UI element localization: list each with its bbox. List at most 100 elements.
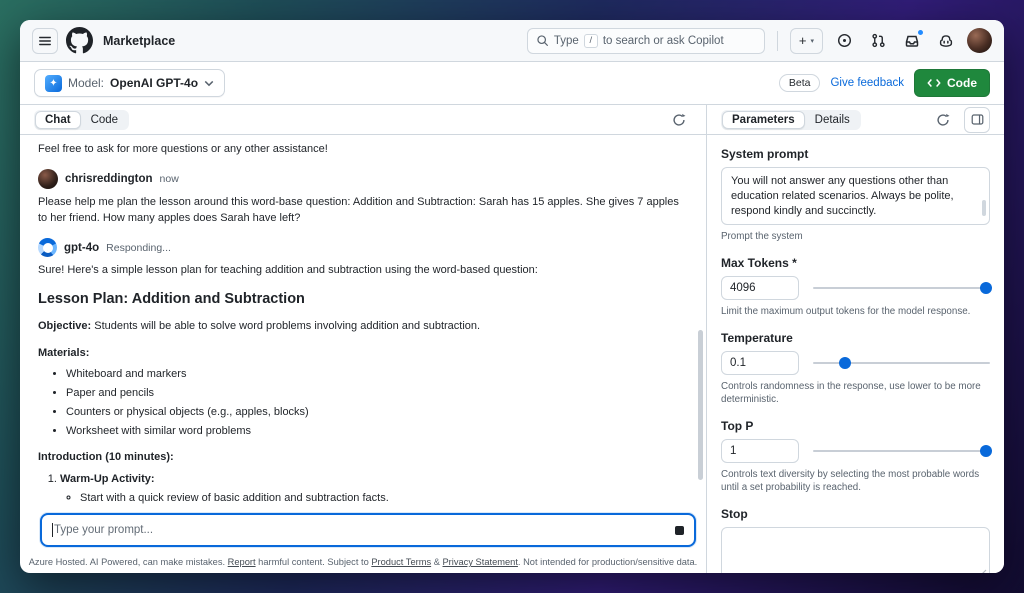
assistant-message-header: gpt-4o Responding... <box>38 238 688 257</box>
max-tokens-input[interactable] <box>721 276 799 300</box>
resize-grip-icon[interactable] <box>978 569 987 573</box>
copilot-button[interactable] <box>933 28 959 54</box>
inbox-button[interactable] <box>899 28 925 54</box>
sync-icon <box>672 113 686 127</box>
search-placeholder-prefix: Type <box>553 34 579 47</box>
tab-details[interactable]: Details <box>805 111 860 129</box>
privacy-statement-link[interactable]: Privacy Statement <box>442 557 517 567</box>
global-search-input[interactable]: Type / to search or ask Copilot <box>526 27 765 54</box>
give-feedback-link[interactable]: Give feedback <box>830 77 904 89</box>
app-window: Marketplace Type / to search or ask Copi… <box>20 20 1004 573</box>
pull-requests-button[interactable] <box>865 28 891 54</box>
slider-thumb[interactable] <box>980 445 993 457</box>
plus-icon: + <box>798 33 807 48</box>
materials-list: Whiteboard and markers Paper and pencils… <box>38 366 688 439</box>
user-message-author: chrisreddington <box>65 173 153 185</box>
user-message-header: chrisreddington now <box>38 169 688 189</box>
collapse-panel-button[interactable] <box>964 106 990 133</box>
prompt-placeholder: Type your prompt... <box>54 524 154 536</box>
system-prompt-textarea[interactable]: You will not answer any questions other … <box>721 167 990 225</box>
hamburger-icon <box>38 34 52 48</box>
objective-line: Objective: Students will be able to solv… <box>38 318 688 334</box>
list-item: Ask students simple questions like "What… <box>80 508 688 511</box>
user-message-time: now <box>159 173 179 185</box>
introduction-label: Introduction (10 minutes): <box>38 451 174 463</box>
search-placeholder-suffix: to search or ask Copilot <box>602 34 724 47</box>
max-tokens-slider[interactable] <box>813 276 993 300</box>
issue-opened-icon <box>837 33 852 48</box>
tab-parameters[interactable]: Parameters <box>722 110 805 129</box>
system-prompt-value: You will not answer any questions other … <box>731 175 954 217</box>
user-avatar-small <box>38 169 58 189</box>
stop-label: Stop <box>721 507 748 521</box>
temperature-section: Temperature Controls randomness in the r… <box>721 331 990 406</box>
github-header: Marketplace Type / to search or ask Copi… <box>20 20 1004 62</box>
top-p-input[interactable] <box>721 439 799 463</box>
hamburger-menu-button[interactable] <box>32 27 58 54</box>
slider-track <box>813 287 990 289</box>
stop-textarea[interactable] <box>721 527 990 573</box>
warmup-sublist: Start with a quick review of basic addit… <box>60 490 688 511</box>
product-terms-link[interactable]: Product Terms <box>371 557 431 567</box>
max-tokens-section: Max Tokens * Limit the maximum output to… <box>721 256 993 318</box>
sync-icon <box>936 113 950 127</box>
chat-code-tabs: Chat Code <box>34 109 130 130</box>
chat-scrollbar[interactable] <box>698 330 703 480</box>
params-tabs-row: Parameters Details <box>707 105 1004 135</box>
max-tokens-label: Max Tokens * <box>721 256 797 270</box>
parameters-details-tabs: Parameters Details <box>721 109 861 130</box>
model-selector[interactable]: ✦ Model: OpenAI GPT-4o <box>34 69 226 97</box>
disclaimer-text: Azure Hosted. AI Powered, can make mista… <box>28 557 228 567</box>
temperature-label: Temperature <box>721 331 793 345</box>
create-new-button[interactable]: + ▾ <box>789 27 823 54</box>
system-prompt-helper: Prompt the system <box>721 231 803 242</box>
user-message-text: Please help me plan the lesson around th… <box>38 196 679 224</box>
tab-code[interactable]: Code <box>81 111 129 129</box>
system-prompt-section: System prompt You will not answer any qu… <box>721 147 990 243</box>
disclaimer-text: . Not intended for production/sensitive … <box>517 557 698 567</box>
content-split: Chat Code Feel free to ask for more ques… <box>20 105 1004 573</box>
stop-button[interactable] <box>675 525 684 535</box>
reset-parameters-button[interactable] <box>930 107 956 133</box>
top-p-label: Top P <box>721 419 754 433</box>
model-label: Model: <box>68 76 105 90</box>
parameters-body: System prompt You will not answer any qu… <box>707 135 1004 573</box>
textarea-scrollbar[interactable] <box>982 200 986 216</box>
slider-thumb[interactable] <box>980 282 993 294</box>
objective-label: Objective: <box>38 320 92 332</box>
gpt4o-avatar-icon <box>38 238 57 257</box>
code-button[interactable]: Code <box>914 69 990 97</box>
github-logo[interactable] <box>66 27 93 54</box>
issues-button[interactable] <box>831 28 857 54</box>
report-link[interactable]: Report <box>228 557 256 567</box>
list-item: Whiteboard and markers <box>66 366 688 382</box>
beta-badge: Beta <box>778 74 821 92</box>
temperature-input[interactable] <box>721 351 799 375</box>
materials-label-line: Materials: <box>38 345 688 361</box>
notification-dot <box>917 28 924 36</box>
sidebar-panel-icon <box>971 113 984 126</box>
list-item: Paper and pencils <box>66 385 688 401</box>
chat-messages[interactable]: Feel free to ask for more questions or a… <box>20 135 706 511</box>
lesson-plan-heading: Lesson Plan: Addition and Subtraction <box>38 291 305 307</box>
top-p-section: Top P Controls text diversity by selecti… <box>721 419 993 494</box>
disclaimer-text: harmful content. Subject to <box>255 557 372 567</box>
ai-disclaimer: Azure Hosted. AI Powered, can make mista… <box>20 551 706 573</box>
assistant-status: Responding... <box>106 241 171 254</box>
slider-thumb[interactable] <box>838 357 851 369</box>
reset-chat-button[interactable] <box>666 107 692 133</box>
chevron-down-icon <box>204 80 214 87</box>
top-p-slider[interactable] <box>813 439 993 463</box>
disclaimer-text: & <box>431 557 443 567</box>
slider-track <box>813 450 990 452</box>
max-tokens-helper: Limit the maximum output tokens for the … <box>721 306 971 317</box>
warmup-label: Warm-Up Activity: <box>60 473 155 485</box>
temperature-slider[interactable] <box>813 351 990 375</box>
stop-section: Stop Force cutting the output when this … <box>721 507 990 573</box>
prompt-input[interactable]: Type your prompt... <box>40 513 696 547</box>
tab-chat[interactable]: Chat <box>35 110 81 129</box>
chat-panel: Chat Code Feel free to ask for more ques… <box>20 105 707 573</box>
code-icon <box>927 78 941 88</box>
assistant-previous-text: Feel free to ask for more questions or a… <box>38 143 328 155</box>
user-avatar[interactable] <box>967 28 992 53</box>
